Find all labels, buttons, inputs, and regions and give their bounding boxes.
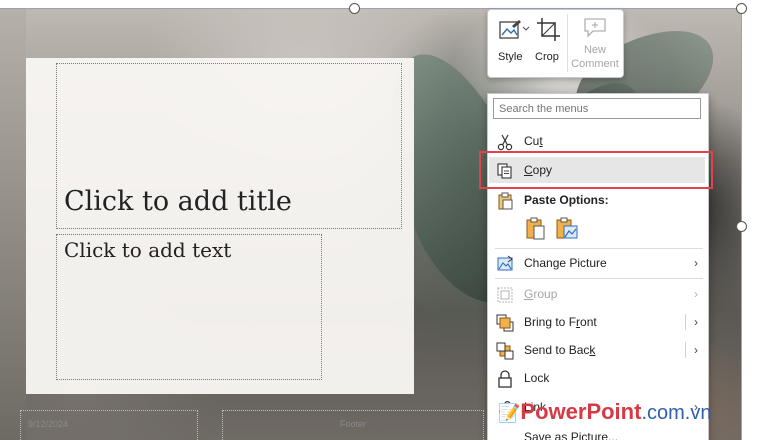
access-key: t [539,134,543,148]
menu-divider [495,248,703,249]
paste-picture-icon [556,217,578,239]
access-key: G [524,287,534,301]
menu-item-lock[interactable]: Lock [488,365,706,391]
label-part: e Picture [559,256,607,270]
menu-divider [495,278,703,279]
split-divider [685,314,686,330]
menu-search-input[interactable] [493,98,701,119]
menu-item-label: Save as Picture... [524,430,619,440]
chevron-right-icon[interactable]: › [694,315,698,329]
access-key: k [589,343,596,357]
menu-item-label: Change Picture [524,256,607,270]
bring-to-front-icon [496,314,514,332]
paste-options-header: Paste Options: [488,187,706,213]
chevron-right-icon[interactable]: › [694,343,698,357]
paste-clipboard-icon [526,217,545,240]
paste-icon [498,192,513,210]
text-placeholder-text: Click to add text [64,238,232,262]
title-placeholder-text: Click to add title [64,186,292,217]
menu-item-label: Lock [524,371,550,385]
label-part: Chan [524,256,553,270]
label-part: ont [580,315,597,329]
resize-handle-top-right[interactable] [736,3,747,14]
menu-item-label: Send to Back [524,343,595,357]
menu-item-change-picture[interactable]: Change Picture › [488,250,706,276]
paste-as-picture-button[interactable] [555,217,579,241]
lock-icon [498,370,512,388]
label-part: Send to Bac [524,343,590,357]
slide-canvas: Click to add title Click to add text 9/1… [0,0,759,440]
resize-handle-right[interactable] [736,221,747,232]
crop-icon [537,18,560,41]
mini-toolbar: Style Crop New Comment [487,9,624,78]
photo-edge [0,8,26,440]
new-comment-button[interactable]: New Comment [568,10,622,77]
label-part: roup [533,287,558,301]
crop-button[interactable]: Crop [534,10,564,77]
watermark-logo: 📝PowerPoint.com.vn [498,399,712,424]
watermark-brand: PowerPoint [520,399,642,424]
selection-border [0,8,742,9]
new-comment-icon [584,18,606,38]
chevron-right-icon: › [694,287,698,301]
watermark-domain: .com.vn [641,402,712,424]
annotation-highlight-box [479,151,713,189]
date-text: 9/12/2024 [28,419,69,429]
new-comment-label: New Comment [568,43,622,71]
menu-item-label: Bring to Front [524,315,597,329]
crop-label: Crop [535,51,559,63]
change-picture-icon [497,255,513,271]
new-comment-label-line1: New [583,44,606,56]
resize-handle-top[interactable] [349,3,360,14]
menu-item-label: Cut [524,134,543,148]
menu-item-save-as-picture[interactable]: Save as Picture... [488,426,706,440]
paste-keep-source-button[interactable] [524,217,548,241]
picture-style-icon [499,20,530,39]
label-part: Bring to F [524,315,577,329]
send-to-back-icon [496,342,514,360]
group-icon [497,287,513,303]
paste-options-label: Paste Options: [524,193,609,207]
footer-text: Footer [340,419,367,429]
new-comment-label-line2: Comment [571,58,619,70]
menu-item-send-to-back[interactable]: Send to Back › [488,337,706,363]
menu-item-bring-to-front[interactable]: Bring to Front › [488,309,706,335]
label-part: Cu [524,134,540,148]
split-divider [685,342,686,358]
chevron-right-icon: › [694,256,698,270]
style-button[interactable]: Style [494,10,532,77]
scissors-icon [497,134,513,151]
menu-item-group[interactable]: Group › [488,281,706,307]
menu-item-label: Group [524,287,557,301]
style-label: Style [498,51,523,63]
